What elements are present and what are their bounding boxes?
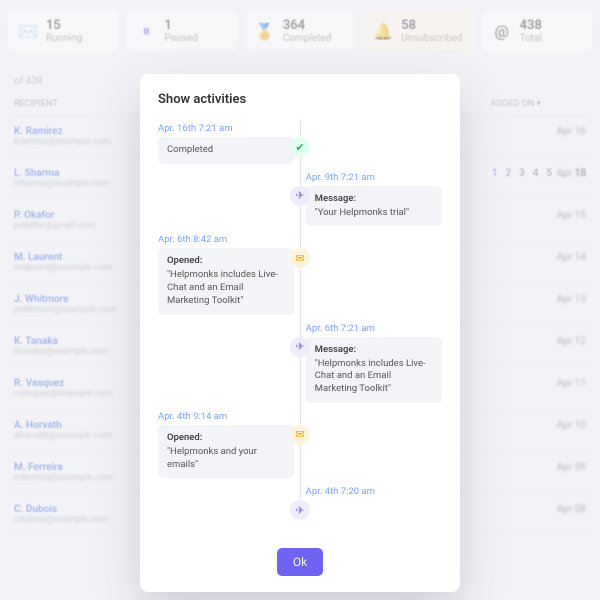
timeline: Apr. 16th 7:21 amCompleted✔ Apr. 9th 7:21… [158, 119, 442, 538]
timeline-event: Apr. 16th 7:21 amCompleted✔ [158, 123, 442, 164]
timeline-event: Apr. 6th 8:42 amOpened:"Helpmonks includ… [158, 234, 442, 314]
msg-icon: ✈ [290, 186, 310, 206]
activities-modal: Show activities Apr. 16th 7:21 amComplet… [140, 74, 460, 592]
msg-icon: ✈ [290, 500, 310, 520]
ok-button[interactable]: Ok [277, 548, 323, 576]
done-icon: ✔ [290, 137, 310, 157]
modal-title: Show activities [158, 92, 442, 107]
timeline-event: Apr. 4th 9:14 amOpened:"Helpmonks and yo… [158, 411, 442, 478]
timeline-event: Apr. 4th 7:20 am✈ [158, 486, 442, 522]
timeline-event: Apr. 9th 7:21 amMessage:"Your Helpmonks … [158, 172, 442, 227]
timeline-event: Apr. 6th 7:21 amMessage:"Helpmonks inclu… [158, 323, 442, 403]
opn-icon: ✉ [290, 425, 310, 445]
opn-icon: ✉ [290, 248, 310, 268]
msg-icon: ✈ [290, 337, 310, 357]
